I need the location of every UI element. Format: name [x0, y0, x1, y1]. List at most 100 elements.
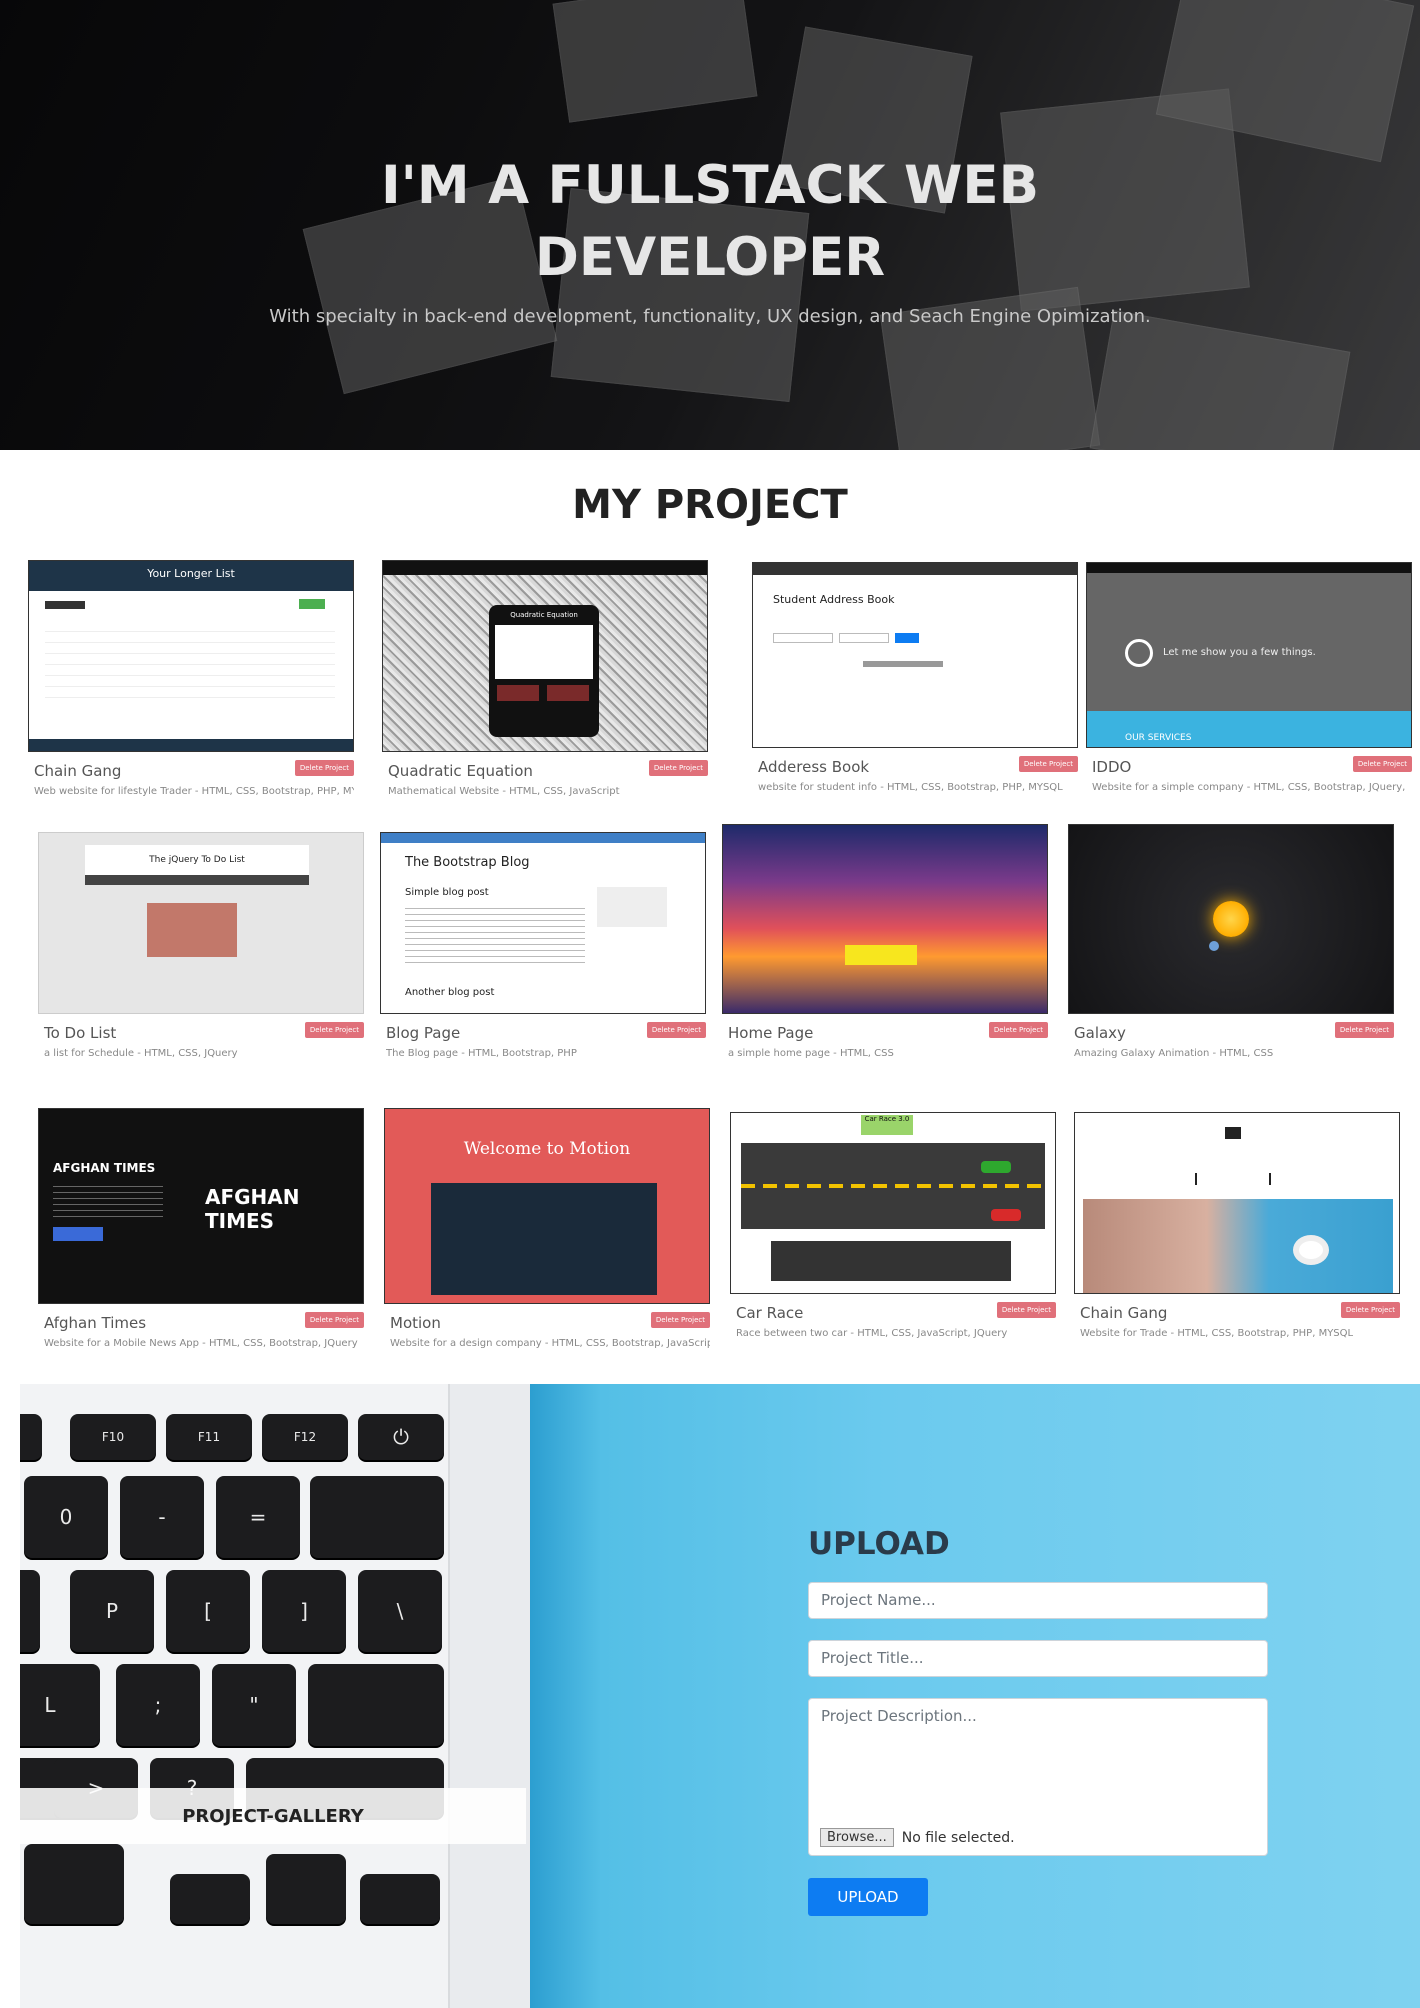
project-title: Quadratic Equation [388, 762, 533, 780]
keyboard-key: " [212, 1664, 296, 1746]
project-title: Blog Page [386, 1024, 461, 1042]
project-gallery-link[interactable]: PROJECT-GALLERY [20, 1788, 526, 1844]
thumb-navbar [753, 563, 1077, 575]
delete-project-button[interactable]: Delete Project [648, 760, 708, 776]
project-name-input[interactable]: Project Name... [808, 1582, 1268, 1619]
thumb-menu [1195, 1173, 1271, 1185]
thumb-hero-image [1083, 1199, 1393, 1293]
project-card: Home Page Delete Project a simple home p… [722, 824, 1048, 1059]
keyboard-key: F12 [262, 1414, 348, 1460]
project-description: website for student info - HTML, CSS, Bo… [758, 782, 1063, 793]
delete-project-button[interactable]: Delete Project [988, 1022, 1048, 1038]
power-icon: ⏻ [358, 1414, 444, 1460]
delete-project-button[interactable]: Delete Project [304, 1022, 364, 1038]
project-card: AFGHAN TIMES AFGHAN TIMES Afghan Times D… [38, 1108, 364, 1349]
project-description: Web website for lifestyle Trader - HTML,… [34, 786, 354, 797]
project-thumbnail[interactable]: Let me show you a few things. OUR SERVIC… [1086, 562, 1412, 748]
hero-title-line2: DEVELOPER [534, 227, 886, 288]
project-title: To Do List [44, 1024, 117, 1042]
project-title: IDDO [1092, 758, 1132, 776]
delete-project-button[interactable]: Delete Project [996, 1302, 1056, 1318]
keyboard-key: 0 [24, 1476, 108, 1558]
hero-subtitle: With specialty in back-end development, … [269, 306, 1151, 327]
thumb-page-title: Student Address Book [773, 593, 895, 606]
project-thumbnail[interactable]: Your Longer List [28, 560, 354, 752]
projects-heading: MY PROJECT [572, 482, 848, 528]
thumb-hero-image [431, 1183, 657, 1295]
keyboard-key: = [216, 1476, 300, 1558]
project-thumbnail[interactable]: AFGHAN TIMES AFGHAN TIMES [38, 1108, 364, 1304]
project-thumbnail[interactable]: Student Address Book [752, 562, 1078, 748]
thumb-button [895, 633, 919, 643]
delete-project-button[interactable]: Delete Project [650, 1312, 710, 1328]
delete-project-button[interactable]: Delete Project [1334, 1022, 1394, 1038]
project-description: Website for a design company - HTML, CSS… [390, 1338, 710, 1349]
project-card: Galaxy Delete Project Amazing Galaxy Ani… [1068, 824, 1394, 1059]
project-thumbnail[interactable]: The jQuery To Do List [38, 832, 364, 1014]
thumb-button-block [299, 599, 325, 609]
keyboard-key: F10 [70, 1414, 156, 1460]
project-card: Car Race 3.0 Car Race Delete Project Rac… [730, 1112, 1056, 1339]
thumb-road-line [741, 1184, 1045, 1188]
project-thumbnail[interactable]: Car Race 3.0 [730, 1112, 1056, 1294]
keyboard-key: [ [166, 1570, 250, 1652]
upload-button[interactable]: UPLOAD [808, 1878, 928, 1916]
thumb-input [773, 633, 833, 643]
keyboard-key [360, 1874, 440, 1924]
project-thumbnail[interactable] [1068, 824, 1394, 1014]
play-icon [1125, 639, 1153, 667]
project-thumbnail[interactable] [1074, 1112, 1400, 1294]
thumb-calc-body [495, 625, 593, 679]
project-description: The Blog page - HTML, Bootstrap, PHP [386, 1048, 577, 1059]
thumb-header: Your Longer List [29, 561, 353, 591]
browse-button[interactable]: Browse... [820, 1828, 894, 1847]
project-title-input[interactable]: Project Title... [808, 1640, 1268, 1677]
hero-title-line1: I'M A FULLSTACK WEB [380, 155, 1040, 216]
keyboard-key [308, 1664, 444, 1746]
keyboard-key: - [120, 1476, 204, 1558]
thumb-calc-btn [547, 685, 589, 701]
keyboard-key: ; [116, 1664, 200, 1746]
hero-title: I'M A FULLSTACK WEB DEVELOPER [0, 150, 1420, 294]
thumb-text-block [405, 903, 585, 963]
delete-project-button[interactable]: Delete Project [1352, 756, 1412, 772]
delete-project-button[interactable]: Delete Project [304, 1312, 364, 1328]
project-card: Quadratic Equation Quadratic Equation De… [382, 560, 708, 797]
keyboard-key [310, 1476, 444, 1558]
delete-project-button[interactable]: Delete Project [294, 760, 354, 776]
keyboard-key [170, 1874, 250, 1924]
thumb-navbar [381, 833, 705, 843]
thumb-navbar [1087, 563, 1411, 573]
thumb-hero-title: Welcome to Motion [463, 1139, 631, 1159]
delete-project-button[interactable]: Delete Project [646, 1022, 706, 1038]
upload-title: UPLOAD [808, 1526, 950, 1562]
project-card: The Bootstrap Blog Simple blog post Anot… [380, 832, 706, 1059]
thumb-table-block [45, 621, 335, 701]
project-thumbnail[interactable] [722, 824, 1048, 1014]
thumb-input [839, 633, 889, 643]
delete-project-button[interactable]: Delete Project [1340, 1302, 1400, 1318]
laptop-icon [1225, 1127, 1241, 1139]
thumb-navbar [383, 561, 707, 575]
project-card: Let me show you a few things. OUR SERVIC… [1086, 562, 1412, 793]
keyboard-key: ] [262, 1570, 346, 1652]
sun-icon [1213, 901, 1249, 937]
thumb-tagline: Let me show you a few things. [1163, 647, 1316, 658]
keyboard-key: \ [358, 1570, 442, 1652]
earth-icon [1209, 941, 1219, 951]
file-status-text: No file selected. [901, 1829, 1015, 1846]
project-description: Amazing Galaxy Animation - HTML, CSS [1074, 1048, 1274, 1059]
thumb-text-block [53, 1181, 163, 1221]
project-description: Race between two car - HTML, CSS, JavaSc… [736, 1328, 1008, 1339]
thumb-page-title: The jQuery To Do List [85, 845, 309, 875]
keyboard-key [20, 1414, 42, 1460]
project-description: Website for a simple company - HTML, CSS… [1092, 782, 1406, 793]
keyboard-key [24, 1844, 124, 1924]
thumb-services-label: OUR SERVICES [1125, 733, 1192, 743]
project-thumbnail[interactable]: Welcome to Motion [384, 1108, 710, 1304]
project-thumbnail[interactable]: Quadratic Equation [382, 560, 708, 752]
project-thumbnail[interactable]: The Bootstrap Blog Simple blog post Anot… [380, 832, 706, 1014]
project-description: Mathematical Website - HTML, CSS, JavaSc… [388, 786, 620, 797]
project-title: Afghan Times [44, 1314, 147, 1332]
delete-project-button[interactable]: Delete Project [1018, 756, 1078, 772]
